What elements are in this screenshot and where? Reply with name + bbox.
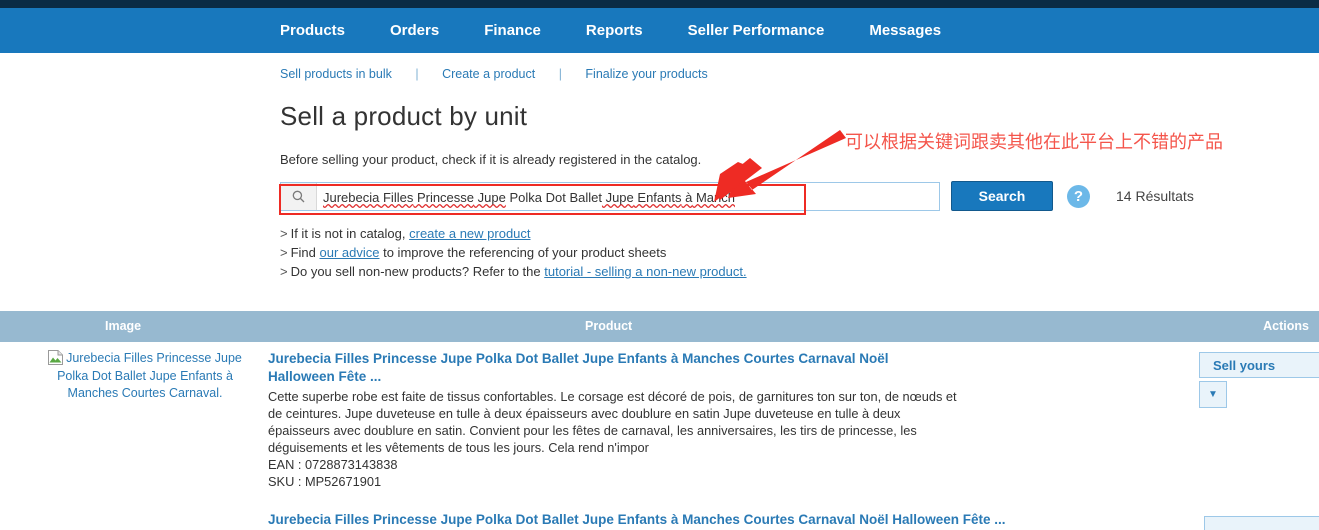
results-table-header: Image Product Actions	[0, 310, 1319, 342]
column-header-product: Product	[585, 318, 633, 333]
broken-image-icon	[48, 349, 64, 368]
hint-link-create-a-new-product[interactable]: create a new product	[409, 226, 530, 241]
hint-link-our-advice[interactable]: our advice	[320, 245, 380, 260]
row-image-cell: Jurebecia Filles Princesse Jupe Polka Do…	[0, 349, 250, 490]
sell-yours-button[interactable]: Sell yours	[1199, 351, 1319, 378]
hint-line-3: > Do you sell non-new products? Refer to …	[280, 263, 1319, 282]
search-button[interactable]: Search	[951, 181, 1053, 211]
hint-text-after-2: to improve the referencing of your produ…	[379, 244, 667, 260]
search-row: Search ? 14 Résultats Jurebecia Filles P…	[280, 181, 1319, 211]
row-actions-cell: Sell yours ▼	[1199, 351, 1319, 408]
table-row: Jurebecia Filles Princesse Jupe Polka Do…	[0, 342, 1319, 490]
row-image-alt-text: Jurebecia Filles Princesse Jupe Polka Do…	[57, 350, 242, 400]
hint-line-1: > If it is not in catalog, create a new p…	[280, 225, 1319, 244]
product-title-link[interactable]: Jurebecia Filles Princesse Jupe Polka Do…	[268, 512, 1006, 527]
column-header-actions: Actions	[1263, 318, 1309, 333]
hint-marker-1: >	[280, 226, 288, 241]
product-ean: EAN : 0728873143838	[268, 456, 398, 472]
top-strip	[0, 0, 1319, 8]
nav-item-seller-performance[interactable]: Seller Performance	[688, 22, 825, 39]
subnav-finalize-your-products[interactable]: Finalize your products	[585, 67, 707, 81]
row-product-cell: Jurebecia Filles Princesse Jupe Polka Do…	[250, 350, 958, 490]
search-icon	[281, 182, 317, 210]
hints-list: > If it is not in catalog, create a new p…	[280, 225, 1319, 282]
column-header-image: Image	[105, 318, 142, 333]
page-intro-text: Before selling your product, check if it…	[280, 152, 702, 167]
help-icon[interactable]: ?	[1067, 184, 1090, 208]
chevron-down-icon[interactable]: ▼	[1199, 380, 1227, 408]
page-title: Sell a product by unit	[280, 101, 528, 131]
hint-text-before-1: If it is not in catalog,	[290, 226, 410, 241]
hint-marker-2: >	[280, 244, 288, 260]
subnav-separator-2: |	[558, 67, 562, 81]
subnav-create-a-product[interactable]: Create a product	[442, 67, 535, 81]
product-description: Cette superbe robe est faite de tissus c…	[268, 388, 957, 455]
sub-navigation: Sell products in bulk | Create a product…	[0, 53, 1319, 81]
results-count: 14 Résultats	[1116, 188, 1194, 204]
subnav-separator-1: |	[415, 67, 419, 81]
hint-text-before-2: Find	[290, 244, 320, 260]
hint-line-2: > Find our advice to improve the referenc…	[280, 244, 1319, 263]
nav-item-reports[interactable]: Reports	[586, 22, 643, 39]
main-navigation: Products Orders Finance Reports Seller P…	[0, 8, 1319, 53]
hint-link-tutorial-non-new-product[interactable]: tutorial - selling a non-new product.	[544, 264, 746, 279]
hint-text-before-3: Do you sell non-new products? Refer to t…	[290, 263, 545, 279]
nav-item-products[interactable]: Products	[280, 22, 345, 39]
nav-item-orders[interactable]: Orders	[390, 22, 439, 39]
hint-marker-3: >	[280, 263, 288, 279]
search-box[interactable]	[280, 181, 940, 211]
product-sku: SKU : MP52671901	[268, 473, 382, 489]
nav-item-messages[interactable]: Messages	[869, 22, 941, 39]
search-input[interactable]	[317, 182, 939, 210]
product-title-link[interactable]: Jurebecia Filles Princesse Jupe Polka Do…	[268, 350, 958, 386]
nav-item-finance[interactable]: Finance	[484, 22, 541, 39]
subnav-sell-products-in-bulk[interactable]: Sell products in bulk	[280, 67, 392, 81]
